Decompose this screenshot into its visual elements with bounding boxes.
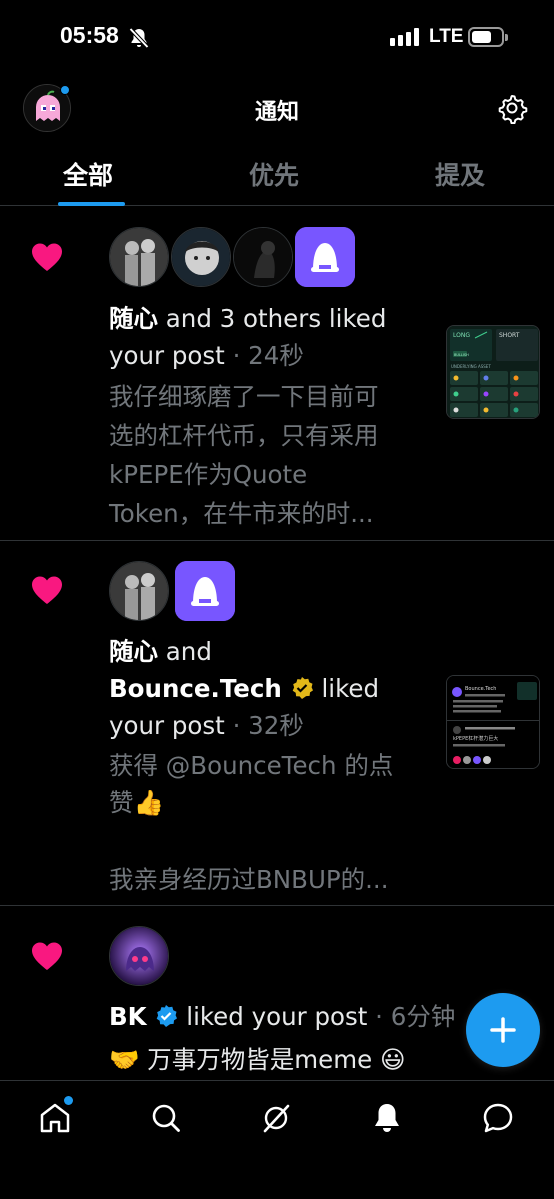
status-time: 05:58 <box>60 22 119 48</box>
verified-blue-icon <box>157 1005 178 1027</box>
preview-section-label: UNDERLYING ASSET <box>451 364 491 369</box>
signal-icon <box>390 28 419 46</box>
page-title: 通知 <box>254 100 299 125</box>
liker-avatars <box>109 561 235 621</box>
compose-plus-icon <box>490 1017 516 1043</box>
notifications-icon[interactable] <box>370 1101 404 1135</box>
notification-text: BK liked your post · 6分钟 <box>109 1002 456 1031</box>
post-snippet: 选的杠杆代币，只有采用 <box>109 421 379 450</box>
post-media-thumbnail[interactable]: LONG SHORT BULLISH UNDERLYING ASSET <box>446 325 540 419</box>
notification-text: your post · 24秒 <box>109 341 304 370</box>
tab-all[interactable]: 全部 <box>63 156 113 192</box>
liker-avatars <box>109 227 355 287</box>
heart-icon <box>32 942 62 970</box>
bottom-navigation <box>0 1080 554 1199</box>
heart-icon <box>32 243 62 271</box>
compose-button[interactable] <box>466 993 540 1067</box>
tab-priority[interactable]: 优先 <box>249 156 299 192</box>
preview-long-label: LONG <box>453 332 470 339</box>
post-snippet: 🤝 万事万物皆是meme 😃 <box>109 1045 406 1074</box>
grok-icon[interactable] <box>259 1101 293 1135</box>
tab-mentions[interactable]: 提及 <box>435 156 485 192</box>
liker-avatars <box>109 926 169 986</box>
notification-text: your post · 32秒 <box>109 711 304 740</box>
timestamp: 32秒 <box>248 711 304 740</box>
home-icon[interactable] <box>38 1101 72 1135</box>
settings-gear-icon[interactable] <box>496 92 528 124</box>
bell-off-icon <box>129 27 149 49</box>
avatar[interactable] <box>109 561 169 621</box>
notification-text: Bounce.Tech liked <box>109 674 380 703</box>
notification-item[interactable]: 随心 and Bounce.Tech liked your post · 32秒… <box>0 541 554 906</box>
avatar[interactable] <box>175 561 235 621</box>
active-tab-indicator <box>58 202 125 206</box>
battery-icon <box>468 27 508 47</box>
avatar[interactable] <box>109 227 169 287</box>
search-icon[interactable] <box>149 1101 183 1135</box>
preview-tag: BULLISH <box>454 353 469 357</box>
notification-tabs: 全部 优先 提及 <box>0 150 554 206</box>
post-snippet: Token，在牛市来的时... <box>109 499 374 528</box>
avatar[interactable] <box>295 227 355 287</box>
timestamp: 24秒 <box>248 341 304 370</box>
post-snippet: 我亲身经历过BNBUP的... <box>109 865 389 894</box>
home-unread-dot <box>64 1096 73 1105</box>
preview-account-name: Bounce.Tech <box>465 686 496 692</box>
post-snippet: kPEPE作为Quote <box>109 460 308 489</box>
heart-icon <box>32 576 62 604</box>
network-label: LTE <box>429 26 464 47</box>
post-snippet: 赞👍 <box>109 788 165 817</box>
post-media-thumbnail[interactable]: Bounce.Tech kPEPE杠杆潜力巨大 <box>446 675 540 769</box>
notification-text: 随心 and 3 others liked <box>109 304 387 333</box>
notification-text: 随心 and <box>109 637 212 666</box>
notification-item[interactable]: BK liked your post · 6分钟 🤝 万事万物皆是meme 😃 <box>0 906 554 1080</box>
verified-gold-icon <box>292 677 313 699</box>
avatar[interactable] <box>109 926 169 986</box>
notification-item[interactable]: 随心 and 3 others liked your post · 24秒 我仔… <box>0 207 554 541</box>
avatar[interactable] <box>171 227 231 287</box>
post-snippet: 我仔细琢磨了一下目前可 <box>109 382 379 411</box>
preview-post-text: kPEPE杠杆潜力巨大 <box>453 735 498 742</box>
preview-short-label: SHORT <box>499 332 520 339</box>
avatar[interactable] <box>233 227 293 287</box>
timestamp: 6分钟 <box>390 1002 456 1031</box>
status-bar: 05:58 LTE <box>0 0 554 76</box>
post-snippet: 获得 @BounceTech 的点 <box>109 751 394 780</box>
messages-icon[interactable] <box>481 1101 515 1135</box>
